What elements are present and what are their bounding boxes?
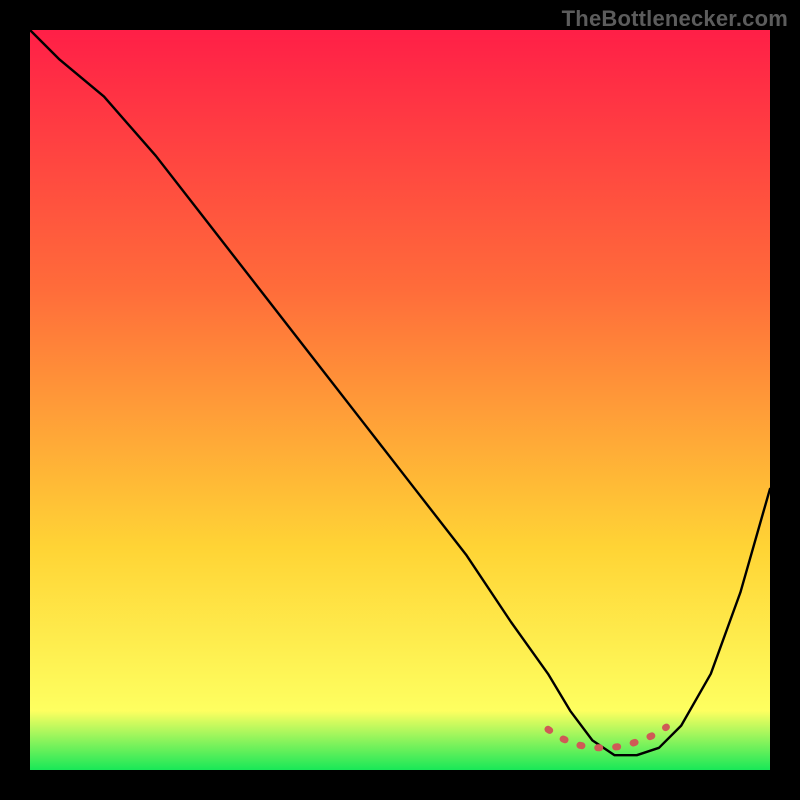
gradient-background	[30, 30, 770, 770]
watermark-text: TheBottlenecker.com	[562, 6, 788, 32]
plot-area	[30, 30, 770, 770]
chart-svg	[30, 30, 770, 770]
chart-frame: TheBottlenecker.com	[0, 0, 800, 800]
